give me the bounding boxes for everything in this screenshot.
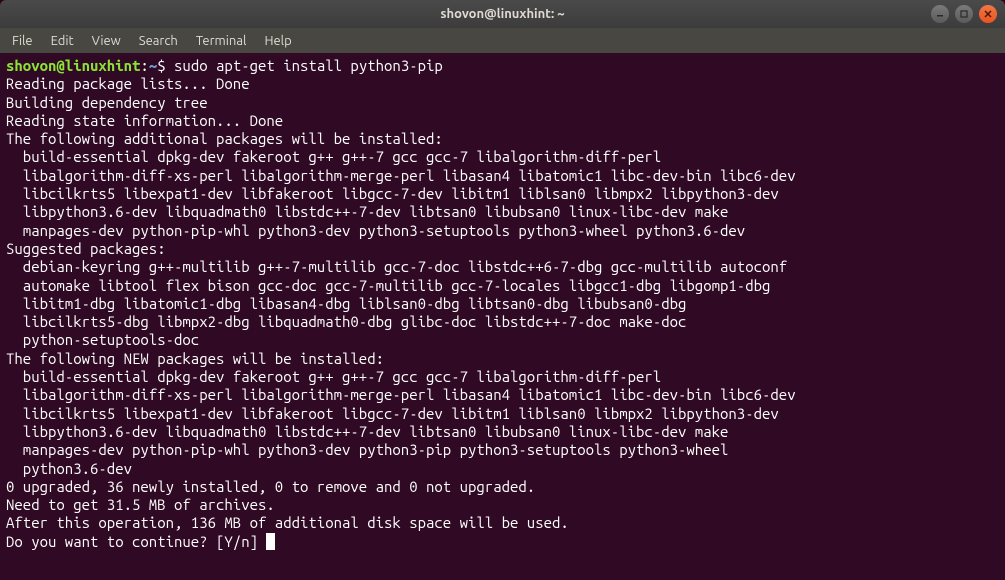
menu-edit[interactable]: Edit [43,31,82,51]
command-text: sudo apt-get install python3-pip [174,57,443,74]
maximize-icon [959,9,969,19]
cursor [266,533,275,550]
window-title: shovon@linuxhint: ~ [8,7,997,21]
minimize-icon [935,9,945,19]
close-button[interactable] [979,5,997,23]
close-icon [983,9,993,19]
menu-search[interactable]: Search [131,31,186,51]
window-controls [931,5,997,23]
menu-file[interactable]: File [4,31,41,51]
prompt-user: shovon@linuxhint [6,57,140,74]
prompt-path: ~ [149,57,157,74]
maximize-button[interactable] [955,5,973,23]
terminal-window: shovon@linuxhint: ~ File Edit V [0,0,1005,580]
minimize-button[interactable] [931,5,949,23]
prompt-dollar: $ [157,57,174,74]
terminal-body[interactable]: shovon@linuxhint:~$ sudo apt-get install… [0,53,1005,580]
terminal-output: Reading package lists... Done Building d… [6,75,796,549]
menu-view[interactable]: View [84,31,129,51]
titlebar: shovon@linuxhint: ~ [0,0,1005,28]
menu-help[interactable]: Help [256,31,299,51]
menu-terminal[interactable]: Terminal [188,31,255,51]
prompt-separator: : [140,57,148,74]
menubar: File Edit View Search Terminal Help [0,28,1005,53]
